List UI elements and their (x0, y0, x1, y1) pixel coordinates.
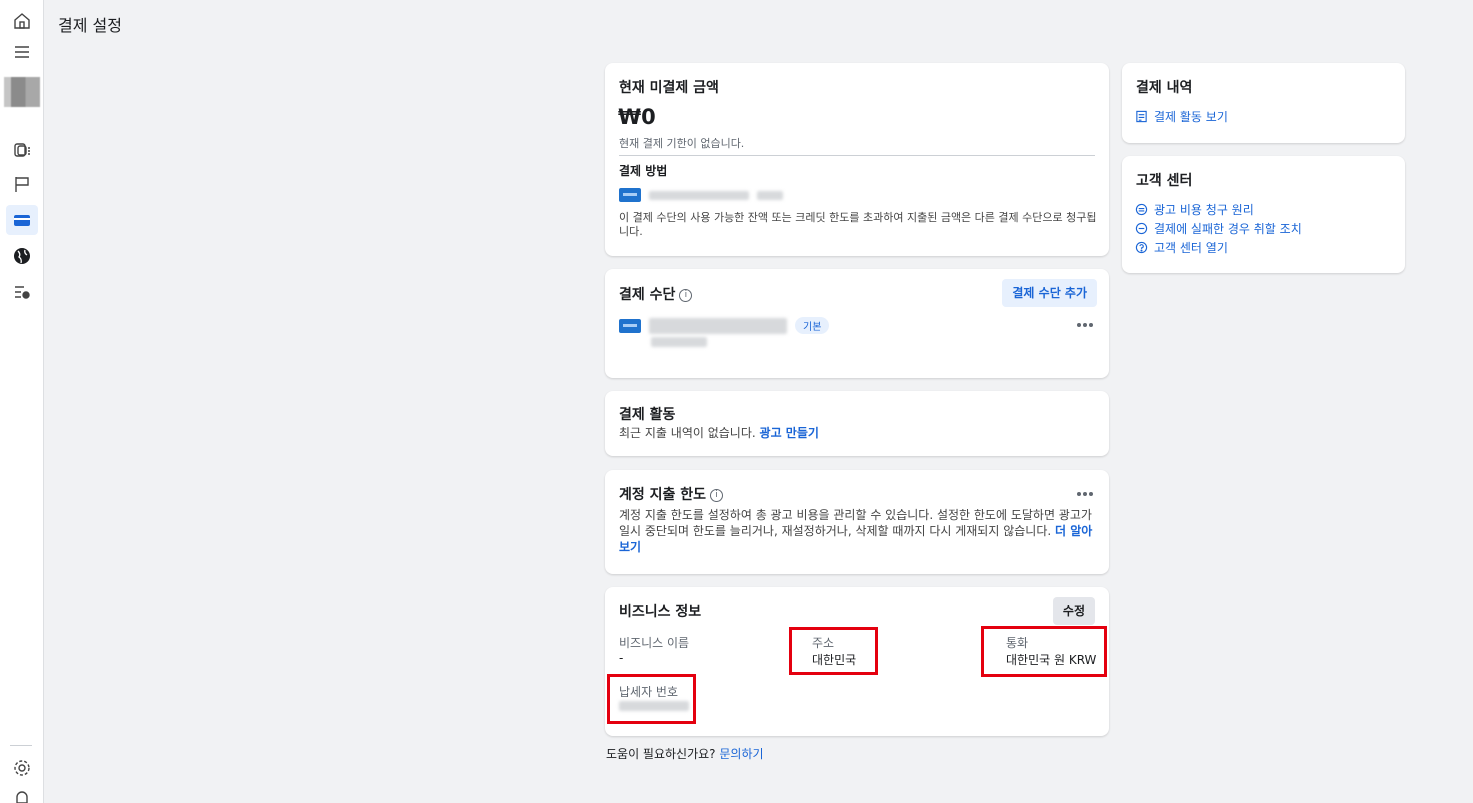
gear-icon[interactable] (6, 753, 38, 783)
amex-card-icon (619, 318, 641, 333)
tax-id-highlight-box (607, 674, 696, 724)
address-highlight-box (789, 627, 878, 675)
help-text: 도움이 필요하신가요? (606, 747, 716, 761)
help-link-open-help-center[interactable]: 고객 센터 열기 (1135, 239, 1228, 256)
left-sidebar (0, 0, 44, 803)
globe-icon[interactable] (6, 241, 38, 271)
payment-note: 이 결제 수단의 사용 가능한 잔액 또는 크레딧 한도를 초과하여 지출된 금… (619, 211, 1097, 238)
info-icon[interactable]: i (679, 288, 693, 302)
help-row: 도움이 필요하신가요? 문의하기 (606, 745, 764, 762)
divider (619, 155, 1095, 156)
help-link-billing[interactable]: 광고 비용 청구 원리 (1135, 201, 1254, 218)
minus-circle-icon (1135, 222, 1148, 235)
contact-link[interactable]: 문의하기 (719, 747, 763, 761)
home-icon[interactable] (6, 6, 38, 36)
sidebar-divider (10, 745, 32, 746)
billing-history-title: 결제 내역 (1136, 80, 1193, 96)
bell-icon[interactable] (6, 783, 38, 803)
spending-limit-text: 계정 지출 한도를 설정하여 총 광고 비용을 관리할 수 있습니다. 설정한 … (619, 508, 1092, 538)
info-icon[interactable]: i (710, 488, 724, 502)
help-link-open-help-center-text: 고객 센터 열기 (1154, 241, 1228, 255)
pages-icon[interactable] (6, 135, 38, 165)
create-ad-link[interactable]: 광고 만들기 (760, 426, 819, 440)
activity-text-row: 최근 지출 내역이 없습니다. 광고 만들기 (619, 424, 819, 441)
payment-methods-title: 결제 수단 i (619, 284, 693, 304)
payment-method-title: 결제 방법 (619, 164, 668, 178)
payment-methods-card: 결제 수단 i 결제 수단 추가 기본 (605, 269, 1109, 378)
flag-icon[interactable] (6, 169, 38, 199)
more-options-icon[interactable] (1077, 490, 1095, 498)
help-link-failed-payment-text: 결제에 실패한 경우 취할 조치 (1154, 222, 1302, 236)
help-center-card: 고객 센터 광고 비용 청구 원리 결제에 실패한 경우 취할 조치 고객 센터… (1122, 156, 1405, 273)
card-details-redacted (649, 317, 787, 334)
menu-icon[interactable] (6, 37, 38, 67)
card-details-redacted-line2 (651, 337, 707, 347)
view-activity-link[interactable]: 결제 활동 보기 (1135, 108, 1228, 125)
help-center-title: 고객 센터 (1136, 173, 1193, 189)
spending-limit-description: 계정 지출 한도를 설정하여 총 광고 비용을 관리할 수 있습니다. 설정한 … (619, 507, 1097, 555)
add-payment-method-button[interactable]: 결제 수단 추가 (1002, 279, 1097, 307)
balance-card: 현재 미결제 금액 ₩0 현재 결제 기한이 없습니다. 결제 방법 이 결제 … (605, 63, 1109, 256)
default-badge: 기본 (795, 317, 830, 334)
question-circle-icon (1135, 241, 1148, 254)
business-name-value: - (619, 651, 624, 665)
spending-limit-title-text: 계정 지출 한도 (619, 487, 707, 503)
receipt-icon (1136, 110, 1147, 123)
default-card-row: 기본 (619, 317, 830, 334)
amex-card-icon (619, 188, 641, 202)
help-link-failed-payment[interactable]: 결제에 실패한 경우 취할 조치 (1135, 220, 1302, 237)
spending-limit-card: 계정 지출 한도 i 계정 지출 한도를 설정하여 총 광고 비용을 관리할 수 … (605, 470, 1109, 574)
page-title: 결제 설정 (58, 16, 122, 35)
edit-button[interactable]: 수정 (1052, 597, 1095, 625)
business-info-title: 비즈니스 정보 (619, 604, 702, 620)
activity-text: 최근 지출 내역이 없습니다. (619, 426, 756, 440)
card-expiry-redacted (757, 190, 783, 200)
payment-activity-card: 결제 활동 최근 지출 내역이 없습니다. 광고 만들기 (605, 391, 1109, 456)
card-number-redacted (649, 190, 749, 200)
balance-title: 현재 미결제 금액 (619, 80, 719, 96)
coins-icon (1135, 203, 1148, 216)
payment-activity-title: 결제 활동 (619, 407, 676, 423)
payment-method-row (619, 188, 783, 202)
list-settings-icon[interactable] (6, 277, 38, 307)
view-activity-link-text: 결제 활동 보기 (1154, 110, 1228, 124)
business-name-label: 비즈니스 이름 (619, 636, 690, 650)
spending-limit-title: 계정 지출 한도 i (619, 484, 724, 504)
due-text: 현재 결제 기한이 없습니다. (619, 137, 745, 150)
currency-highlight-box (981, 626, 1107, 677)
help-link-billing-text: 광고 비용 청구 원리 (1154, 203, 1254, 217)
billing-history-card: 결제 내역 결제 활동 보기 (1122, 63, 1405, 143)
more-options-icon[interactable] (1077, 321, 1095, 329)
payment-methods-title-text: 결제 수단 (619, 287, 676, 303)
account-avatar[interactable] (4, 77, 40, 107)
balance-amount: ₩0 (618, 105, 656, 129)
credit-card-icon[interactable] (6, 205, 38, 235)
